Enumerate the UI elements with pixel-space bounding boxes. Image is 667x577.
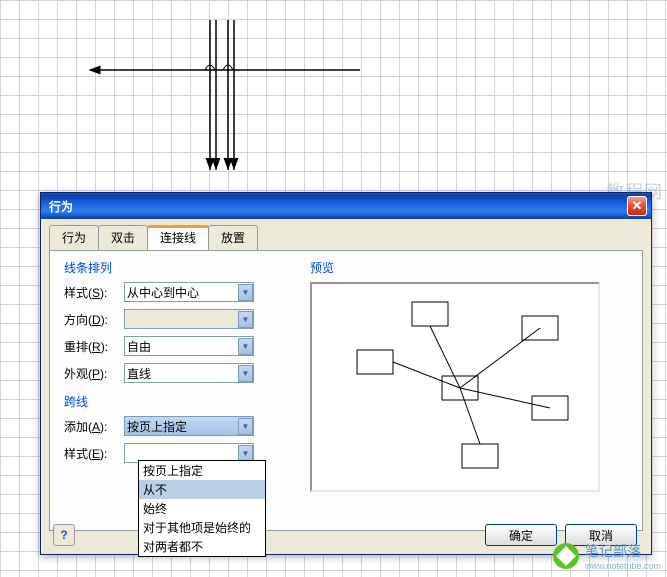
direction-label: 方向(D): xyxy=(64,311,124,328)
direction-combo: ▼ xyxy=(124,309,254,329)
chevron-down-icon: ▼ xyxy=(238,365,253,382)
rearrange-combo[interactable]: 自由▼ xyxy=(124,336,254,356)
dialog-title: 行为 xyxy=(49,198,627,215)
watermark: 笔记部落 www.notetribe.com xyxy=(553,541,661,571)
add-label: 添加(A): xyxy=(64,418,124,435)
help-icon: ? xyxy=(60,528,67,542)
group-line-arrange: 线条排列 xyxy=(64,259,294,276)
tab-panel-connector: 线条排列 样式(S): 从中心到中心▼ 方向(D): ▼ 重排(R): 自由▼ … xyxy=(49,250,643,531)
appearance-label: 外观(P): xyxy=(64,365,124,382)
ok-button[interactable]: 确定 xyxy=(485,524,557,546)
tab-strip: 行为 双击 连接线 放置 xyxy=(41,219,651,250)
watermark-badge-icon xyxy=(553,543,579,569)
appearance-combo[interactable]: 直线▼ xyxy=(124,363,254,383)
style-label: 样式(S): xyxy=(64,284,124,301)
add-dropdown-list[interactable]: 按页上指定 从不 始终 对于其他项是始终的 对两者都不 xyxy=(138,460,266,557)
group-crossline: 跨线 xyxy=(64,393,294,410)
group-preview: 预览 xyxy=(310,259,620,276)
chevron-down-icon: ▼ xyxy=(238,418,253,435)
preview-diagram xyxy=(312,284,602,494)
tab-behavior[interactable]: 行为 xyxy=(49,225,99,250)
style2-label: 样式(E): xyxy=(64,445,124,462)
chevron-down-icon: ▼ xyxy=(238,284,253,301)
help-button[interactable]: ? xyxy=(53,524,75,546)
dropdown-option[interactable]: 对两者都不 xyxy=(139,537,265,556)
tab-doubleclick[interactable]: 双击 xyxy=(98,225,148,250)
watermark-brand: 笔记部落 xyxy=(585,541,661,561)
behavior-dialog: 行为 ✕ 行为 双击 连接线 放置 线条排列 样式(S): 从中心到中心▼ 方向… xyxy=(40,192,652,555)
chevron-down-icon: ▼ xyxy=(238,338,253,355)
dropdown-option[interactable]: 对于其他项是始终的 xyxy=(139,518,265,537)
chevron-down-icon: ▼ xyxy=(238,311,253,328)
style-combo[interactable]: 从中心到中心▼ xyxy=(124,282,254,302)
dropdown-option[interactable]: 按页上指定 xyxy=(139,461,265,480)
titlebar[interactable]: 行为 ✕ xyxy=(41,193,651,219)
dropdown-option[interactable]: 始终 xyxy=(139,499,265,518)
add-combo[interactable]: 按页上指定▼ xyxy=(124,416,254,436)
close-button[interactable]: ✕ xyxy=(627,196,647,216)
preview-box xyxy=(310,282,600,492)
chevron-down-icon: ▼ xyxy=(238,445,253,462)
rearrange-label: 重排(R): xyxy=(64,338,124,355)
watermark-url: www.notetribe.com xyxy=(585,561,661,571)
tab-placement[interactable]: 放置 xyxy=(208,225,258,250)
dropdown-option[interactable]: 从不 xyxy=(139,480,265,499)
tab-connector[interactable]: 连接线 xyxy=(147,225,209,250)
